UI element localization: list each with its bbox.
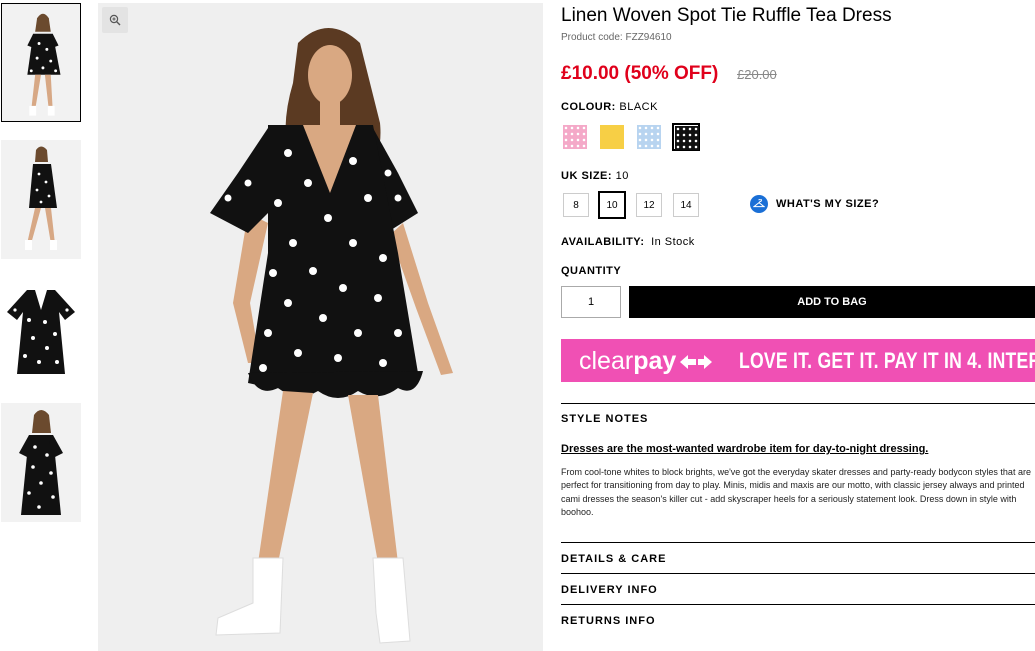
- divider: [561, 542, 1035, 543]
- hanger-icon: [750, 195, 768, 213]
- sale-price: £10.00 (50% OFF): [561, 63, 719, 84]
- divider: [561, 403, 1035, 404]
- swatch-pink[interactable]: [561, 123, 589, 151]
- product-info: Linen Woven Spot Tie Ruffle Tea Dress Pr…: [561, 0, 1035, 651]
- clearpay-arrows-icon: [680, 354, 713, 369]
- swatch-yellow[interactable]: [598, 123, 626, 151]
- thumbnail-image: [2, 4, 80, 121]
- thumbnail-image: [1, 403, 81, 522]
- size-option-12[interactable]: 12: [636, 193, 662, 217]
- clearpay-logo-bold: pay: [633, 347, 677, 375]
- product-title: Linen Woven Spot Tie Ruffle Tea Dress: [561, 5, 892, 26]
- clearpay-logo: clear pay: [579, 347, 714, 376]
- accordion-returns-info[interactable]: RETURNS INFO: [561, 615, 656, 627]
- availability-value: In Stock: [651, 236, 695, 248]
- colour-value: BLACK: [619, 101, 658, 113]
- thumbnail-front[interactable]: [1, 3, 81, 122]
- quantity-input[interactable]: 1: [561, 286, 621, 318]
- thumbnail-image: [1, 276, 81, 395]
- divider: [561, 604, 1035, 605]
- availability: AVAILABILITY: In Stock: [561, 236, 695, 248]
- size-option-14[interactable]: 14: [673, 193, 699, 217]
- original-price: £20.00: [737, 67, 777, 82]
- size-label-text: UK SIZE:: [561, 170, 613, 182]
- thumbnail-flatlay[interactable]: [1, 276, 81, 395]
- style-notes-title[interactable]: STYLE NOTES: [561, 413, 648, 425]
- size-guide-link[interactable]: WHAT'S MY SIZE?: [750, 195, 879, 213]
- style-notes-body: From cool-tone whites to block brights, …: [561, 467, 1031, 517]
- thumbnail-image: [1, 140, 81, 259]
- divider: [561, 573, 1035, 574]
- clearpay-tagline: LOVE IT. GET IT. PAY IT IN 4. INTEREST F…: [739, 348, 1035, 373]
- size-value: 10: [615, 170, 629, 182]
- accordion-details-care[interactable]: DETAILS & CARE: [561, 553, 666, 565]
- main-product-image[interactable]: [98, 3, 543, 651]
- colour-label: COLOUR: BLACK: [561, 101, 658, 113]
- thumbnail-closeup[interactable]: [1, 403, 81, 522]
- colour-label-text: COLOUR:: [561, 101, 616, 113]
- clearpay-banner[interactable]: clear pay LOVE IT. GET IT. PAY IT IN 4. I…: [561, 339, 1035, 382]
- thumbnail-side[interactable]: [1, 140, 81, 259]
- swatch-black[interactable]: [672, 123, 700, 151]
- size-label: UK SIZE: 10: [561, 170, 629, 182]
- product-code: Product code: FZZ94610: [561, 32, 672, 43]
- accordion-delivery-info[interactable]: DELIVERY INFO: [561, 584, 658, 596]
- size-option-10[interactable]: 10: [598, 191, 626, 219]
- size-option-8[interactable]: 8: [563, 193, 589, 217]
- zoom-icon: [109, 14, 121, 26]
- zoom-button[interactable]: [102, 7, 128, 33]
- add-to-bag-button[interactable]: ADD TO BAG: [629, 286, 1035, 318]
- quantity-label: QUANTITY: [561, 265, 622, 277]
- style-notes-heading: Dresses are the most-wanted wardrobe ite…: [561, 443, 929, 455]
- availability-label: AVAILABILITY:: [561, 236, 645, 248]
- clearpay-logo-light: clear: [579, 347, 634, 375]
- model-photo: [98, 3, 543, 651]
- swatch-blue[interactable]: [635, 123, 663, 151]
- size-guide-label: WHAT'S MY SIZE?: [776, 198, 880, 210]
